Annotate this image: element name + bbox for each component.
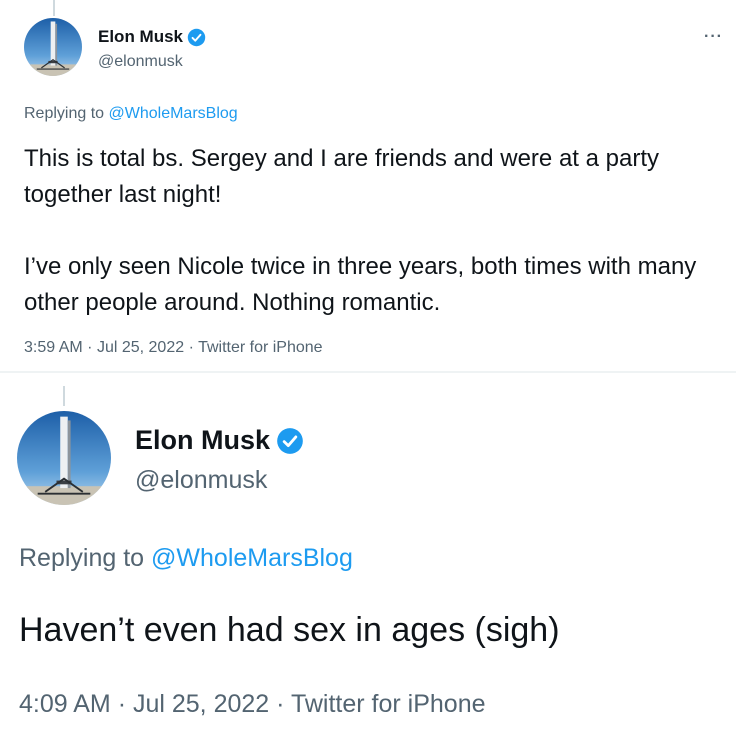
tweet-text: Haven’t even had sex in ages (sigh) [19,609,729,651]
rocket-avatar-icon [24,18,82,76]
tweet[interactable]: Elon Musk @elonmusk ··· Replying to @Who… [0,0,736,372]
tweet-meta: 4:09 AM · Jul 25, 2022 · Twitter for iPh… [19,690,486,719]
tweet-meta: 3:59 AM · Jul 25, 2022 · Twitter for iPh… [24,339,323,357]
reply-prefix: Replying to [19,544,145,572]
rocket-avatar-icon [17,411,111,505]
tweet-paragraph: Haven’t even had sex in ages (sigh) [19,611,560,649]
avatar[interactable] [24,18,82,76]
author-name[interactable]: Elon Musk [98,27,183,47]
reply-context: Replying to @WholeMarsBlog [24,105,238,123]
author-handle[interactable]: @elonmusk [135,466,267,495]
reply-to-link[interactable]: @WholeMarsBlog [151,544,353,572]
more-icon[interactable]: ··· [704,28,723,46]
tweet-source[interactable]: Twitter for iPhone [291,690,486,718]
separator-dot: · [276,690,285,718]
tweet-source[interactable]: Twitter for iPhone [198,339,323,356]
tweet-date[interactable]: Jul 25, 2022 [133,690,269,718]
tweet[interactable]: Elon Musk @elonmusk Replying to @WholeMa… [0,372,736,736]
tweet-date[interactable]: Jul 25, 2022 [97,339,184,356]
verified-badge-icon [187,28,206,47]
reply-prefix: Replying to [24,105,105,122]
thread-line [63,386,65,406]
separator-dot: · [87,339,93,356]
reply-context: Replying to @WholeMarsBlog [19,544,353,573]
tweet-text: This is total bs. Sergey and I are frien… [24,141,714,321]
avatar[interactable] [17,411,111,505]
tweet-time[interactable]: 3:59 AM [24,339,83,356]
separator-dot: · [117,690,127,718]
tweet-paragraph: This is total bs. Sergey and I are frien… [24,145,659,208]
author-name[interactable]: Elon Musk [135,425,270,456]
thread-line [53,0,55,16]
author-handle[interactable]: @elonmusk [98,53,183,71]
tweet-time[interactable]: 4:09 AM [19,690,111,718]
tweet-paragraph: I’ve only seen Nicole twice in three yea… [24,253,697,316]
verified-badge-icon [276,427,304,455]
separator-dot: · [188,339,194,356]
reply-to-link[interactable]: @WholeMarsBlog [109,105,238,122]
